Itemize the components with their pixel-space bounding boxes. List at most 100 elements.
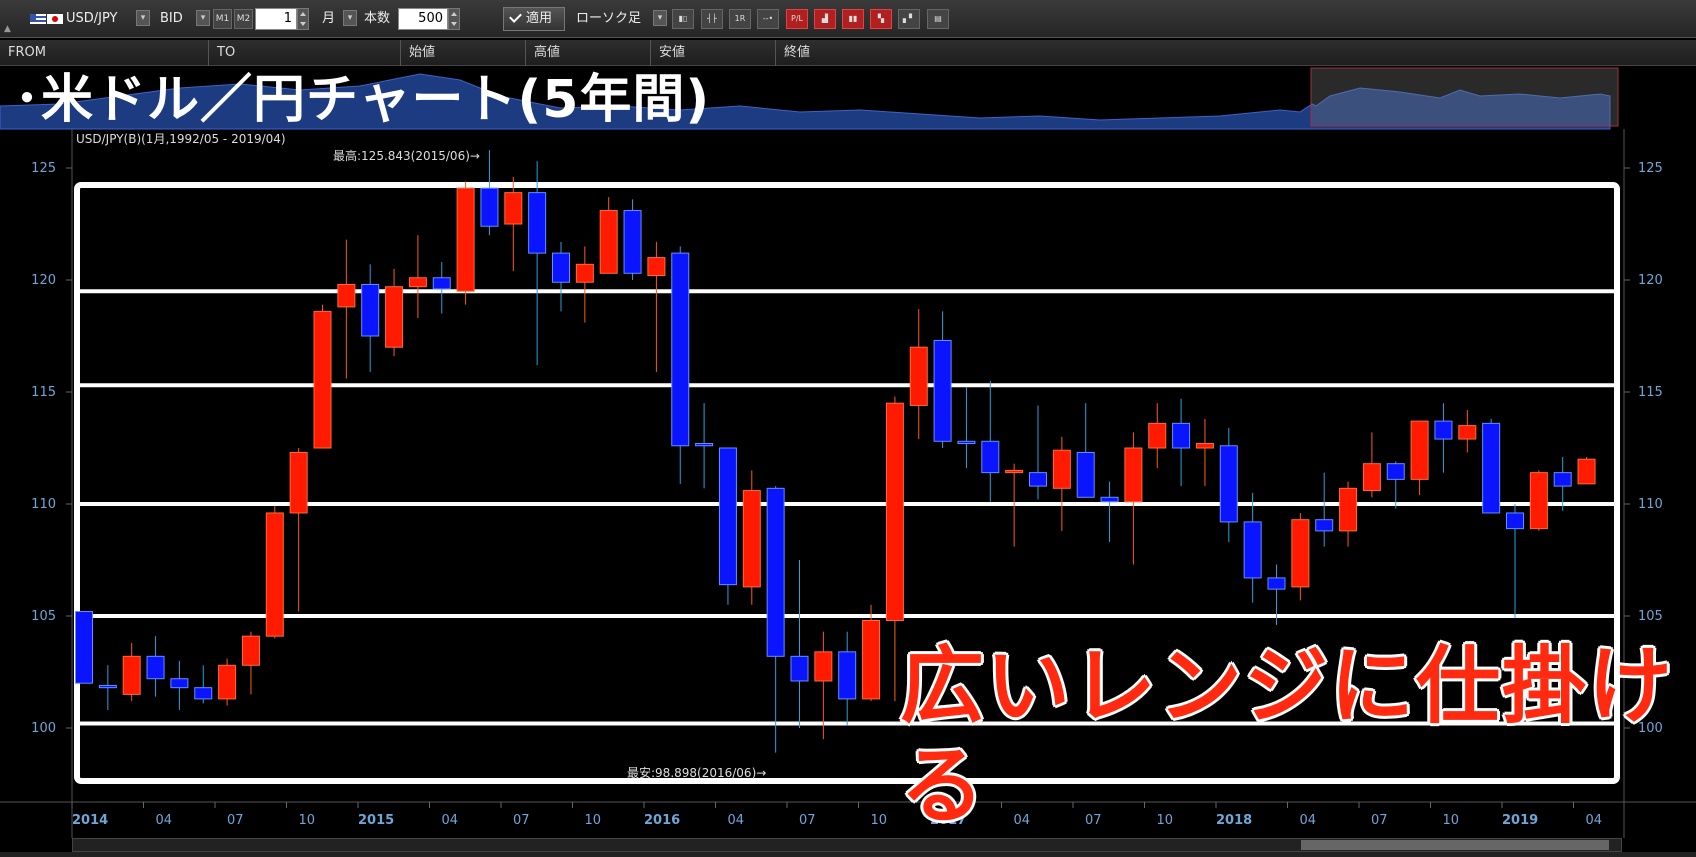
candle [194, 665, 213, 704]
candle [456, 181, 475, 305]
candle-tool-icon[interactable]: ▮▯ [672, 9, 694, 29]
candle [647, 241, 666, 372]
candle [218, 658, 237, 706]
candle [1506, 504, 1524, 619]
candle [1315, 472, 1334, 547]
candle-body [1577, 458, 1596, 485]
candle [1410, 420, 1429, 496]
overlay-title: ･米ドル／円チャート(5年間) [14, 70, 711, 130]
candle-body [504, 192, 523, 225]
candle [599, 197, 618, 274]
chart-type-label[interactable]: ローソク足 [576, 9, 641, 29]
period-spinner[interactable] [297, 8, 309, 30]
chart-type-dropdown-icon[interactable]: ▾ [653, 10, 667, 26]
candle-body [647, 257, 666, 277]
apply-button[interactable]: 適用 [503, 7, 565, 31]
candle [933, 311, 952, 448]
to-column: TO [208, 40, 400, 66]
candle-body [695, 443, 714, 447]
y-tick-label-right: 110 [1638, 497, 1663, 512]
y-tick-label-right: 115 [1638, 385, 1663, 400]
x-tick-label: 07 [799, 813, 816, 828]
candle-body [1506, 512, 1524, 530]
period-unit-label[interactable]: 月 [322, 9, 335, 29]
candle-body [75, 611, 93, 684]
x-tick-label: 04 [728, 813, 745, 828]
candle [838, 631, 857, 726]
volume-tool-icon[interactable]: ▖▘ [898, 9, 920, 29]
candle [1124, 432, 1143, 565]
candle [289, 448, 308, 612]
candle-body [528, 192, 547, 254]
candle-body [599, 210, 618, 274]
candle [408, 235, 427, 319]
count-input[interactable]: 500 [398, 8, 448, 30]
candle [170, 660, 189, 711]
candle-body [1195, 443, 1214, 449]
flag-icon [30, 9, 64, 29]
period-unit-dropdown-icon[interactable]: ▾ [343, 10, 357, 26]
candle-body [194, 687, 213, 700]
ruler-tool-icon[interactable]: 1R [729, 9, 751, 29]
candle-body [218, 664, 237, 700]
candle-body [265, 512, 284, 637]
candle-body [1410, 420, 1429, 480]
x-tick-label: 2016 [644, 813, 680, 828]
candle [1148, 403, 1167, 469]
y-tick-label-left: 115 [31, 385, 56, 400]
candle-body [1529, 472, 1548, 530]
candle [623, 199, 642, 280]
horizontal-scrollbar[interactable] [72, 838, 1622, 852]
candle-body [671, 252, 690, 447]
candle [146, 636, 165, 697]
x-tick-label: 2015 [358, 813, 394, 828]
compare-tool-icon[interactable]: ▮▮ [842, 9, 864, 29]
candle-body [1315, 519, 1334, 532]
settings-tool-icon[interactable]: ▤ [927, 9, 949, 29]
m1-button[interactable]: M1 [213, 9, 232, 29]
candle-body [575, 263, 594, 283]
candle [1362, 432, 1381, 498]
candle-body [98, 684, 117, 689]
candle-body [1124, 447, 1143, 503]
x-tick-label: 07 [513, 813, 530, 828]
m2-button[interactable]: M2 [234, 9, 253, 29]
x-tick-label: 10 [299, 813, 316, 828]
candle [361, 264, 380, 372]
candle-body [742, 490, 761, 588]
line-tool-icon[interactable]: --• [757, 9, 779, 29]
candle-body [623, 210, 642, 274]
indicator-tool-icon[interactable]: ▚ [870, 9, 892, 29]
candle-body [957, 440, 976, 445]
candle [313, 304, 332, 449]
count-spinner[interactable] [448, 8, 460, 30]
y-tick-label-left: 110 [31, 497, 56, 512]
period-input[interactable]: 1 [255, 8, 297, 30]
collapse-arrow-icon[interactable]: ▲ [4, 24, 11, 34]
x-tick-label: 04 [442, 813, 459, 828]
area-tool-icon[interactable]: ▟ [814, 9, 836, 29]
bar-tool-icon[interactable]: ┤├ [701, 9, 723, 29]
candle-body [1267, 577, 1286, 590]
scroll-thumb[interactable] [1301, 840, 1609, 850]
price-type-label[interactable]: BID [160, 9, 183, 29]
candle [766, 486, 785, 753]
candle [1386, 461, 1405, 509]
x-tick-label: 07 [227, 813, 244, 828]
navigator-window[interactable] [1310, 67, 1619, 127]
candle [1482, 418, 1501, 514]
symbol-label[interactable]: USD/JPY [66, 9, 118, 29]
chart-subtitle: USD/JPY(B)(1月,1992/05 - 2019/04) [76, 132, 286, 146]
candle [742, 470, 761, 605]
candle-body [1052, 449, 1071, 489]
candle-body [1076, 451, 1095, 498]
candle-body [122, 655, 141, 695]
check-icon [509, 10, 522, 23]
candle [385, 268, 404, 357]
candle-body [241, 635, 260, 666]
y-tick-label-left: 120 [31, 273, 56, 288]
pl-tool-icon[interactable]: P/L [786, 9, 808, 29]
candle-body [862, 619, 881, 700]
symbol-dropdown-icon[interactable]: ▾ [136, 10, 150, 26]
price-type-dropdown-icon[interactable]: ▾ [196, 10, 210, 26]
